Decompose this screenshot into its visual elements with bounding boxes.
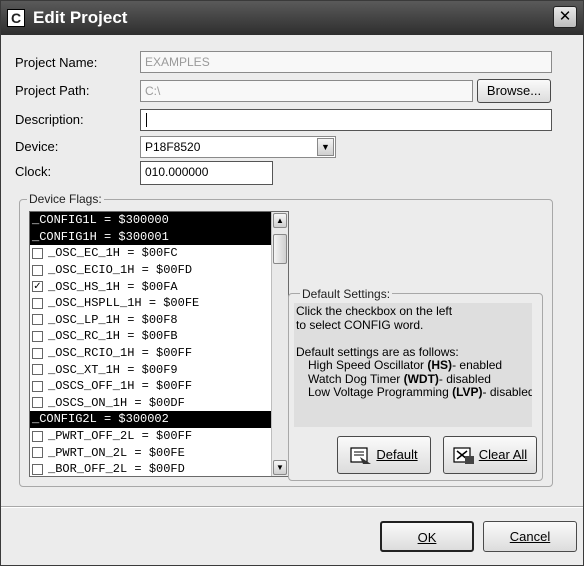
dialog-title: Edit Project xyxy=(33,8,128,27)
info-line xyxy=(296,332,530,346)
flag-row[interactable]: _OSC_RCIO_1H = $00FF xyxy=(30,345,272,362)
clear-all-button[interactable]: Clear All xyxy=(443,436,537,474)
title-bar[interactable]: C Edit Project ✕ xyxy=(1,1,583,35)
checkbox[interactable] xyxy=(32,347,43,359)
checkbox[interactable] xyxy=(32,447,43,459)
clock-label: Clock: xyxy=(15,164,52,179)
device-flags-title: Device Flags: xyxy=(27,192,104,206)
flag-row-label: _PWRT_ON_2L = $00FE xyxy=(48,445,185,460)
checkbox[interactable] xyxy=(32,364,43,376)
ok-button-label: OK xyxy=(417,530,437,545)
flag-row-label: _OSC_RCIO_1H = $00FF xyxy=(48,346,193,361)
device-flags-list[interactable]: _CONFIG1L = $300000 _CONFIG1H = $300001 _O… xyxy=(29,211,289,477)
project-name-label: Project Name: xyxy=(15,55,98,70)
flag-row-label: _OSC_XT_1H = $00F9 xyxy=(48,362,178,377)
chevron-down-icon[interactable]: ▼ xyxy=(317,138,334,156)
default-button-label: Default xyxy=(376,447,418,462)
flag-row[interactable]: _OSC_LP_1H = $00F8 xyxy=(30,312,272,329)
project-name-field[interactable]: EXAMPLES xyxy=(140,51,552,73)
flag-row-label: _OSCS_OFF_1H = $00FF xyxy=(48,379,193,394)
flag-row[interactable]: _OSC_EC_1H = $00FC xyxy=(30,245,272,262)
checkbox[interactable] xyxy=(32,297,43,309)
flag-row[interactable]: _OSC_XT_1H = $00F9 xyxy=(30,361,272,378)
flag-row-label: _CONFIG1H = $300001 xyxy=(32,229,169,244)
browse-button[interactable]: Browse... xyxy=(477,79,551,103)
flag-row-label: _OSC_ECIO_1H = $00FD xyxy=(48,263,193,278)
checkbox[interactable] xyxy=(32,330,43,342)
text-cursor xyxy=(146,113,147,127)
info-line: Default settings are as follows: xyxy=(296,344,459,359)
flag-row-label: _OSC_HS_1H = $00FA xyxy=(48,279,178,294)
info-line: to select CONFIG word. xyxy=(296,317,424,332)
config-header-row[interactable]: _CONFIG2L = $300002 xyxy=(30,411,272,428)
project-path-field[interactable]: C:\ xyxy=(140,80,473,102)
checkbox[interactable] xyxy=(32,463,43,475)
clock-field[interactable]: 010.000000 xyxy=(140,161,273,185)
checkbox[interactable] xyxy=(32,397,43,409)
flag-row-label: _PWRT_OFF_2L = $00FF xyxy=(48,429,193,444)
edit-project-dialog: C Edit Project ✕ Project Name: EXAMPLES … xyxy=(0,0,584,566)
list-scrollbar[interactable]: ▲ ▼ xyxy=(271,212,288,476)
flag-row-label: _OSC_HSPLL_1H = $00FE xyxy=(48,296,200,311)
device-label: Device: xyxy=(15,139,59,154)
close-button[interactable]: ✕ xyxy=(553,6,577,28)
close-icon: ✕ xyxy=(558,8,572,25)
flag-row-label: _OSC_EC_1H = $00FC xyxy=(48,246,178,261)
info-line: Click the checkbox on the left xyxy=(296,304,453,318)
flag-row-label: _CONFIG2L = $300002 xyxy=(32,412,169,427)
description-label: Description: xyxy=(15,112,84,127)
flag-row[interactable]: _OSC_ECIO_1H = $00FD xyxy=(30,262,272,279)
project-path-label: Project Path: xyxy=(15,83,90,98)
config-header-row[interactable]: _CONFIG1L = $300000 xyxy=(30,212,272,229)
flag-row-label: _OSC_RC_1H = $00FB xyxy=(48,329,178,344)
flag-row-label: _CONFIG1L = $300000 xyxy=(32,213,169,228)
browse-button-label: Browse... xyxy=(486,83,542,98)
cancel-button[interactable]: Cancel xyxy=(483,521,577,552)
flag-row[interactable]: _PWRT_ON_2L = $00FE xyxy=(30,444,272,461)
flag-row[interactable]: _OSCS_OFF_1H = $00FF xyxy=(30,378,272,395)
default-settings-title: Default Settings: xyxy=(300,287,393,301)
flag-row[interactable]: _BOR_OFF_2L = $00FD xyxy=(30,461,272,477)
ok-button[interactable]: OK xyxy=(380,521,474,552)
scroll-up-icon[interactable]: ▲ xyxy=(273,213,287,228)
checkbox-checked[interactable]: ✓ xyxy=(32,281,43,293)
flag-row[interactable]: _OSCS_ON_1H = $00DF xyxy=(30,395,272,412)
description-field[interactable] xyxy=(140,109,552,131)
scroll-down-icon[interactable]: ▼ xyxy=(273,460,287,475)
default-settings-info: Click the checkbox on the left to select… xyxy=(294,303,532,427)
default-settings-icon xyxy=(350,446,372,464)
config-header-row[interactable]: _CONFIG1H = $300001 xyxy=(30,228,272,246)
checkbox[interactable] xyxy=(32,430,43,442)
flag-row[interactable]: _PWRT_OFF_2L = $00FF xyxy=(30,428,272,445)
flag-row[interactable]: _OSC_RC_1H = $00FB xyxy=(30,328,272,345)
app-icon: C xyxy=(7,9,25,27)
flag-row-label: _OSCS_ON_1H = $00DF xyxy=(48,395,185,410)
device-flags-rows: _CONFIG1L = $300000 _CONFIG1H = $300001 _O… xyxy=(30,212,272,477)
default-button[interactable]: Default xyxy=(337,436,431,474)
flag-row[interactable]: ✓ _OSC_HS_1H = $00FA xyxy=(30,278,272,295)
checkbox[interactable] xyxy=(32,264,43,276)
info-bullet-wdt: Watch Dog Timer (WDT)- disabled xyxy=(308,371,491,386)
flag-row[interactable]: _OSC_HSPLL_1H = $00FE xyxy=(30,295,272,312)
cancel-button-label: Cancel xyxy=(509,529,551,544)
clear-all-icon xyxy=(453,446,474,464)
info-bullet-lvp: Low Voltage Programming (LVP)- disabled xyxy=(308,385,532,399)
flag-row-label: _OSC_LP_1H = $00F8 xyxy=(48,312,178,327)
clear-all-button-label: Clear All xyxy=(478,447,528,462)
device-select[interactable]: P18F8520 ▼ xyxy=(140,136,336,158)
device-select-value: P18F8520 xyxy=(145,140,201,154)
flag-row-label: _BOR_OFF_2L = $00FD xyxy=(48,462,185,477)
info-bullet-hs: High Speed Oscillator (HS)- enabled xyxy=(308,358,503,372)
checkbox[interactable] xyxy=(32,380,43,392)
checkbox[interactable] xyxy=(32,314,43,326)
footer-divider xyxy=(1,506,583,508)
scroll-thumb[interactable] xyxy=(273,234,287,264)
checkbox[interactable] xyxy=(32,247,43,259)
